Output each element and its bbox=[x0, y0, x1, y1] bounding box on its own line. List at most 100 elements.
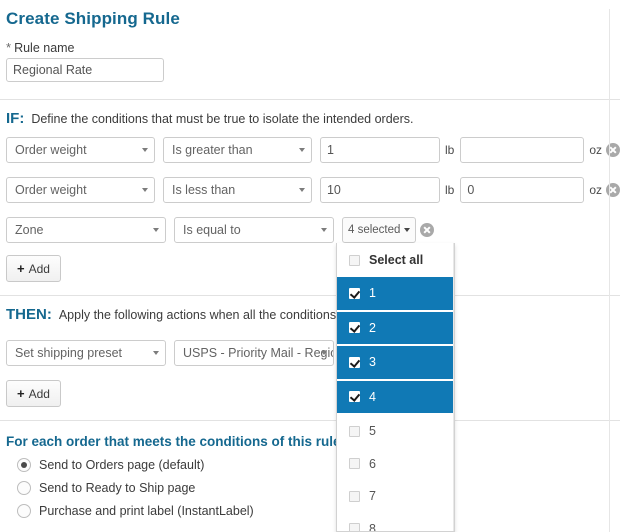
outcome-option-row-2[interactable]: Send to Ready to Ship page bbox=[17, 481, 620, 495]
unit-label-lb-1: lb bbox=[445, 143, 454, 157]
condition-operator-value-3: Is equal to bbox=[183, 223, 241, 237]
chevron-down-icon bbox=[142, 148, 148, 152]
checkbox-unchecked-icon[interactable] bbox=[349, 255, 360, 266]
plus-icon: + bbox=[17, 386, 25, 401]
zone-option-6[interactable]: 6 bbox=[337, 448, 454, 481]
condition-value-oz-input-1[interactable] bbox=[460, 137, 584, 163]
checkbox-checked-icon[interactable] bbox=[349, 288, 360, 299]
condition-field-value-3: Zone bbox=[15, 223, 44, 237]
outcome-section-title: For each order that meets the conditions… bbox=[6, 434, 620, 449]
condition-field-value-2: Order weight bbox=[15, 183, 87, 197]
condition-operator-select-3[interactable]: Is equal to bbox=[174, 217, 334, 243]
rule-name-label: * Rule name bbox=[6, 41, 620, 55]
if-section-header: IF: Define the conditions that must be t… bbox=[6, 110, 620, 127]
checkbox-checked-icon[interactable] bbox=[349, 322, 360, 333]
condition-operator-value-1: Is greater than bbox=[172, 143, 253, 157]
outcome-option-label-1: Send to Orders page (default) bbox=[39, 458, 204, 472]
required-asterisk-icon: * bbox=[6, 41, 11, 54]
condition-operator-select-2[interactable]: Is less than bbox=[163, 177, 312, 203]
chevron-down-icon bbox=[142, 188, 148, 192]
chevron-down-icon bbox=[299, 188, 305, 192]
zone-option-label-8: 8 bbox=[369, 523, 376, 532]
then-keyword: THEN: bbox=[6, 306, 52, 323]
condition-field-select-1[interactable]: Order weight bbox=[6, 137, 155, 163]
dropdown-scroll-edge bbox=[453, 243, 454, 531]
zone-multiselect-button[interactable]: 4 selected bbox=[342, 217, 416, 243]
zone-select-all-label: Select all bbox=[369, 254, 423, 267]
chevron-down-icon bbox=[321, 351, 327, 355]
add-action-button[interactable]: + Add bbox=[6, 380, 61, 407]
checkbox-unchecked-icon[interactable] bbox=[349, 426, 360, 437]
outcome-option-row-3[interactable]: Purchase and print label (InstantLabel) bbox=[17, 504, 620, 518]
condition-row: Order weight Is less than lb oz bbox=[6, 177, 620, 203]
action-row: Set shipping preset USPS - Priority Mail… bbox=[6, 340, 620, 366]
action-type-value: Set shipping preset bbox=[15, 346, 122, 360]
rule-name-label-text: Rule name bbox=[14, 41, 74, 55]
checkbox-unchecked-icon[interactable] bbox=[349, 491, 360, 502]
condition-field-select-2[interactable]: Order weight bbox=[6, 177, 155, 203]
zone-option-label-2: 2 bbox=[369, 322, 376, 335]
unit-label-oz-1: oz bbox=[589, 143, 602, 157]
condition-value-lb-input-1[interactable] bbox=[320, 137, 440, 163]
shipping-preset-value: USPS - Priority Mail - Regional Rate Box… bbox=[183, 346, 334, 360]
zone-option-select-all[interactable]: Select all bbox=[337, 243, 454, 277]
create-shipping-rule-page: Create Shipping Rule * Rule name IF: Def… bbox=[0, 9, 620, 532]
zone-multiselect-label: 4 selected bbox=[348, 224, 400, 236]
zone-dropdown-panel[interactable]: Select all 1 2 3 4 5 6 7 bbox=[336, 243, 455, 532]
zone-option-2[interactable]: 2 bbox=[337, 312, 454, 345]
condition-field-select-3[interactable]: Zone bbox=[6, 217, 166, 243]
shipping-preset-select[interactable]: USPS - Priority Mail - Regional Rate Box… bbox=[174, 340, 334, 366]
condition-field-value-1: Order weight bbox=[15, 143, 87, 157]
chevron-down-icon bbox=[153, 351, 159, 355]
radio-ready-to-ship-icon[interactable] bbox=[17, 481, 31, 495]
condition-row: Order weight Is greater than lb oz bbox=[6, 137, 620, 163]
chevron-down-icon bbox=[299, 148, 305, 152]
add-condition-label: Add bbox=[29, 262, 50, 276]
zone-option-7[interactable]: 7 bbox=[337, 480, 454, 513]
page-title: Create Shipping Rule bbox=[6, 9, 620, 29]
unit-label-lb-2: lb bbox=[445, 183, 454, 197]
outcome-option-label-2: Send to Ready to Ship page bbox=[39, 481, 195, 495]
outcome-option-row-1[interactable]: Send to Orders page (default) bbox=[17, 458, 620, 472]
condition-row: Zone Is equal to 4 selected bbox=[6, 217, 620, 243]
if-description: Define the conditions that must be true … bbox=[31, 112, 413, 126]
divider-after-if bbox=[0, 295, 620, 296]
zone-option-label-7: 7 bbox=[369, 490, 376, 503]
checkbox-unchecked-icon[interactable] bbox=[349, 523, 360, 532]
add-action-label: Add bbox=[29, 387, 50, 401]
condition-value-oz-input-2[interactable] bbox=[460, 177, 584, 203]
outcome-option-label-3: Purchase and print label (InstantLabel) bbox=[39, 504, 254, 518]
zone-option-1[interactable]: 1 bbox=[337, 277, 454, 310]
chevron-down-icon bbox=[321, 228, 327, 232]
condition-value-lb-input-2[interactable] bbox=[320, 177, 440, 203]
zone-option-label-3: 3 bbox=[369, 356, 376, 369]
if-keyword: IF: bbox=[6, 110, 24, 127]
zone-option-5[interactable]: 5 bbox=[337, 415, 454, 448]
checkbox-checked-icon[interactable] bbox=[349, 357, 360, 368]
remove-condition-icon-3[interactable] bbox=[420, 223, 434, 237]
checkbox-checked-icon[interactable] bbox=[349, 391, 360, 402]
zone-option-label-4: 4 bbox=[369, 391, 376, 404]
zone-option-label-6: 6 bbox=[369, 458, 376, 471]
divider-after-rule-name bbox=[0, 99, 620, 100]
action-type-select[interactable]: Set shipping preset bbox=[6, 340, 166, 366]
unit-label-oz-2: oz bbox=[589, 183, 602, 197]
zone-option-4[interactable]: 4 bbox=[337, 381, 454, 414]
checkbox-unchecked-icon[interactable] bbox=[349, 458, 360, 469]
panel-right-border bbox=[609, 9, 610, 532]
zone-option-label-1: 1 bbox=[369, 287, 376, 300]
zone-option-3[interactable]: 3 bbox=[337, 346, 454, 379]
chevron-down-icon bbox=[404, 228, 410, 232]
divider-after-then bbox=[0, 420, 620, 421]
chevron-down-icon bbox=[153, 228, 159, 232]
condition-operator-select-1[interactable]: Is greater than bbox=[163, 137, 312, 163]
add-condition-button[interactable]: + Add bbox=[6, 255, 61, 282]
zone-option-8[interactable]: 8 bbox=[337, 513, 454, 532]
radio-orders-page-icon[interactable] bbox=[17, 458, 31, 472]
plus-icon: + bbox=[17, 261, 25, 276]
condition-operator-value-2: Is less than bbox=[172, 183, 235, 197]
zone-option-label-5: 5 bbox=[369, 425, 376, 438]
rule-name-input[interactable] bbox=[6, 58, 164, 82]
then-section-header: THEN: Apply the following actions when a… bbox=[6, 306, 620, 323]
radio-instantlabel-icon[interactable] bbox=[17, 504, 31, 518]
